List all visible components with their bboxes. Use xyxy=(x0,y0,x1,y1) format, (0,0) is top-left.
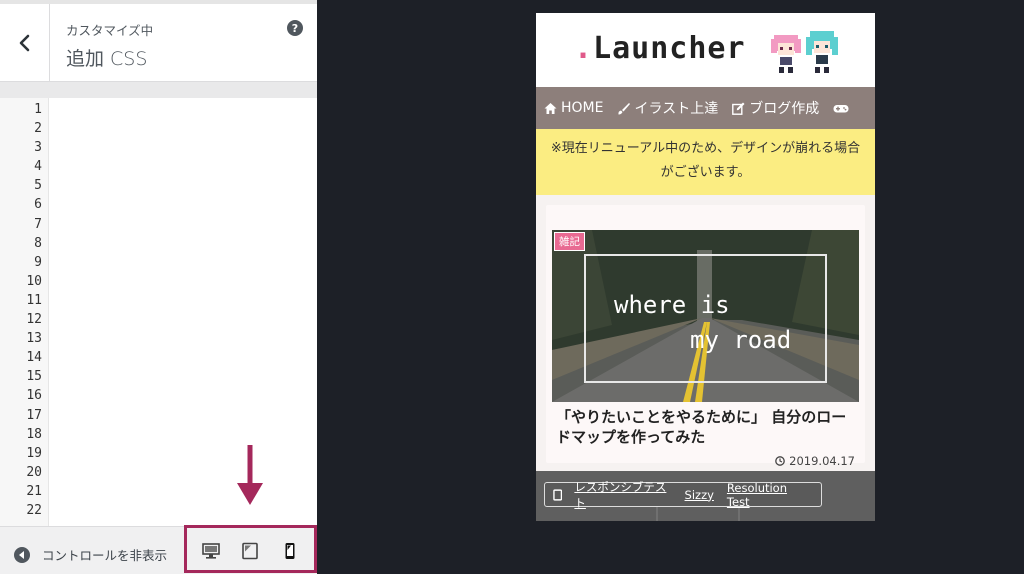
image-caption-line2: my road xyxy=(690,326,791,354)
nav-item-illustration[interactable]: イラスト上達 xyxy=(617,98,718,118)
line-number: 11 xyxy=(26,292,42,308)
line-number: 5 xyxy=(34,178,42,194)
panel-subtitle: カスタマイズ中 xyxy=(66,23,154,38)
clock-icon xyxy=(775,456,785,466)
line-number: 20 xyxy=(26,464,42,480)
responsive-test-link[interactable]: レスポンシブテスト xyxy=(574,479,671,511)
back-button[interactable] xyxy=(0,4,50,82)
nav-item-blog[interactable]: ブログ作成 xyxy=(732,98,819,118)
responsive-test-bar: レスポンシブテスト Sizzy Resolution Test xyxy=(544,480,822,510)
gamepad-icon xyxy=(833,104,849,112)
mobile-icon xyxy=(553,488,563,501)
collapse-arrow-icon xyxy=(14,546,30,563)
line-number: 9 xyxy=(34,254,42,270)
customizer-panel: カスタマイズ中 追加 CSS ? 1 2 3 4 5 6 7 8 9 10 11 12 13 14 15 16… xyxy=(0,0,317,574)
hide-controls-button[interactable]: コントロールを非表示 xyxy=(14,545,167,564)
hide-controls-label: コントロールを非表示 xyxy=(42,548,168,563)
line-number: 21 xyxy=(26,483,42,499)
line-number: 3 xyxy=(34,140,42,156)
panel-header: カスタマイズ中 追加 CSS ? xyxy=(0,4,317,82)
nav-item-label: イラスト上達 xyxy=(634,101,719,117)
line-number: 19 xyxy=(26,445,42,461)
panel-divider xyxy=(0,82,317,98)
line-number: 16 xyxy=(26,388,42,404)
site-navigation: HOME イラスト上達 ブログ作成 xyxy=(536,87,875,129)
down-arrow-annotation xyxy=(237,445,263,505)
nav-item-label: HOME xyxy=(561,100,604,116)
post-thumbnail[interactable]: where is my road xyxy=(552,230,859,402)
road-photo-image: where is my road xyxy=(552,230,859,402)
help-icon[interactable]: ? xyxy=(287,20,303,36)
post-date: 2019.04.17 xyxy=(775,454,855,468)
pixel-characters-logo-image xyxy=(771,31,838,73)
image-caption-line1: where is xyxy=(614,291,730,319)
line-number: 8 xyxy=(34,235,42,251)
post-card[interactable]: 雑記 where is my road 「やりたいことをやるために」 自分のロー… xyxy=(546,205,865,468)
nav-item-home[interactable]: HOME xyxy=(544,100,603,116)
line-number: 2 xyxy=(34,121,42,137)
device-buttons-highlight xyxy=(184,525,317,573)
line-number: 7 xyxy=(34,216,42,232)
sizzy-link[interactable]: Sizzy xyxy=(685,488,714,502)
chevron-left-icon xyxy=(19,34,29,52)
panel-title: 追加 CSS xyxy=(66,48,148,70)
post-list: 雑記 where is my road 「やりたいことをやるために」 自分のロー… xyxy=(536,195,875,471)
css-editor[interactable]: 1 2 3 4 5 6 7 8 9 10 11 12 13 14 15 16 17 18 19 20 21 22 xyxy=(0,98,317,526)
line-number: 17 xyxy=(26,407,42,423)
edit-icon xyxy=(732,102,745,115)
line-number: 14 xyxy=(26,350,42,366)
preview-footer: レスポンシブテスト Sizzy Resolution Test xyxy=(536,471,875,521)
line-number: 1 xyxy=(34,102,42,117)
line-number: 4 xyxy=(34,159,42,175)
line-number: 12 xyxy=(26,312,42,328)
resolution-test-link[interactable]: Resolution Test xyxy=(727,481,808,509)
site-header: .Launcher xyxy=(536,13,875,87)
line-number: 22 xyxy=(26,502,42,518)
nav-item-label: ブログ作成 xyxy=(749,101,820,117)
line-number: 18 xyxy=(26,426,42,442)
line-number: 6 xyxy=(34,197,42,213)
line-number: 13 xyxy=(26,331,42,347)
site-logo[interactable]: .Launcher xyxy=(574,31,746,66)
post-title[interactable]: 「やりたいことをやるために」 自分のロードマップを作ってみた xyxy=(556,407,856,447)
nav-item-games[interactable] xyxy=(833,102,853,115)
brush-icon xyxy=(618,102,631,114)
home-icon xyxy=(544,102,557,114)
code-input-area[interactable] xyxy=(50,98,317,526)
line-number: 15 xyxy=(26,369,42,385)
category-badge[interactable]: 雑記 xyxy=(554,232,585,251)
line-number-gutter: 1 2 3 4 5 6 7 8 9 10 11 12 13 14 15 16 17 18 19 20 21 22 xyxy=(0,98,49,526)
line-number: 10 xyxy=(26,273,42,289)
notice-banner: ※現在リニューアル中のため、デザインが崩れる場合がございます。 xyxy=(536,129,875,195)
post-date-text: 2019.04.17 xyxy=(789,454,855,468)
mobile-site-preview: .Launcher HOME イラスト上達 ブログ作成 ※現在リニューアル中のた… xyxy=(536,13,875,521)
